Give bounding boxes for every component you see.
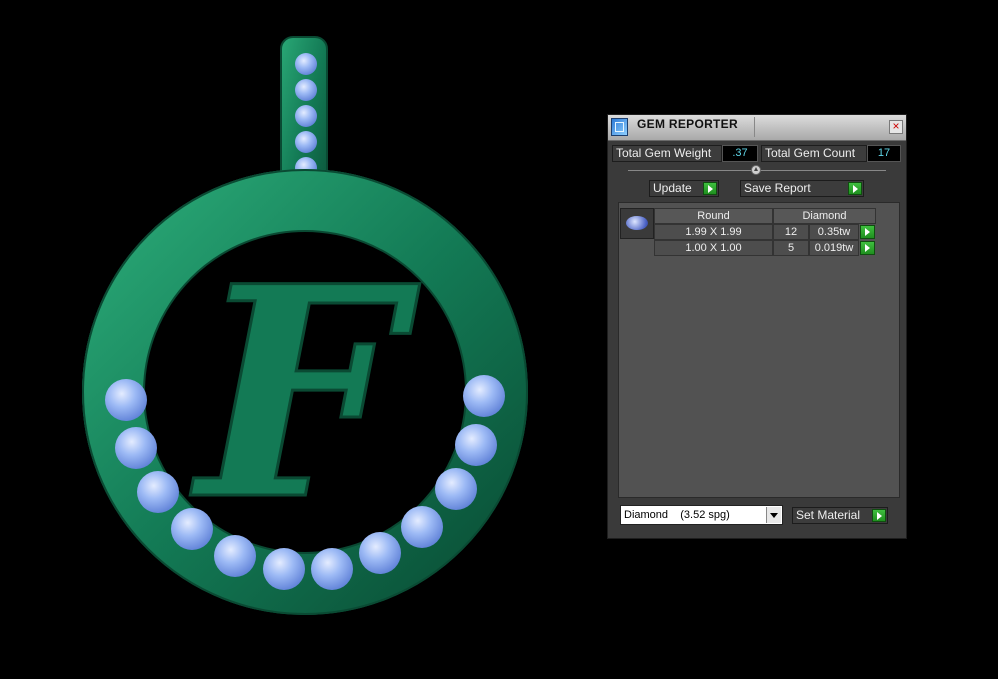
total-gem-count-label: Total Gem Count [761, 145, 867, 162]
total-gem-count-value: 17 [867, 145, 901, 162]
update-label: Update [653, 181, 692, 195]
update-button[interactable]: Update [649, 180, 719, 197]
total-gem-weight-label: Total Gem Weight [612, 145, 722, 162]
gem-report-table: Round Diamond 1.99 X 1.99 12 0.35tw 1.00… [618, 202, 900, 498]
column-header-material: Diamond [773, 208, 876, 224]
title-bar[interactable]: GEM REPORTER × [608, 115, 906, 141]
material-selected-value: Diamond (3.52 spg) [624, 509, 730, 521]
material-dropdown[interactable]: Diamond (3.52 spg) [620, 505, 783, 525]
gem-reporter-icon [611, 118, 628, 136]
close-icon: × [892, 119, 900, 133]
pendant-render: F [82, 36, 528, 615]
row-select-button[interactable] [860, 241, 875, 255]
row-count: 5 [773, 240, 809, 256]
save-report-button[interactable]: Save Report [740, 180, 864, 197]
play-arrow-icon [872, 509, 886, 522]
3d-viewport[interactable]: F [0, 0, 600, 674]
row-weight: 0.019tw [809, 240, 859, 256]
close-button[interactable]: × [889, 120, 903, 134]
row-select-button[interactable] [860, 225, 875, 239]
row-weight: 0.35tw [809, 224, 859, 240]
play-arrow-icon [848, 182, 862, 195]
row-size: 1.00 X 1.00 [654, 240, 773, 256]
title-divider [754, 117, 755, 137]
set-material-label: Set Material [796, 508, 861, 522]
save-report-label: Save Report [744, 181, 811, 195]
row-count: 12 [773, 224, 809, 240]
pendant-letter: F [188, 224, 424, 564]
window-title: GEM REPORTER [637, 117, 738, 131]
chevron-down-icon[interactable] [766, 507, 781, 523]
gem-shape-icon[interactable] [620, 208, 654, 239]
play-arrow-icon [703, 182, 717, 195]
column-header-shape: Round [654, 208, 773, 224]
gem-reporter-panel: GEM REPORTER × Total Gem Weight .37 Tota… [607, 114, 907, 539]
total-gem-weight-value: .37 [722, 145, 758, 162]
splitter-handle[interactable] [751, 165, 761, 175]
set-material-button[interactable]: Set Material [792, 507, 888, 524]
row-size: 1.99 X 1.99 [654, 224, 773, 240]
